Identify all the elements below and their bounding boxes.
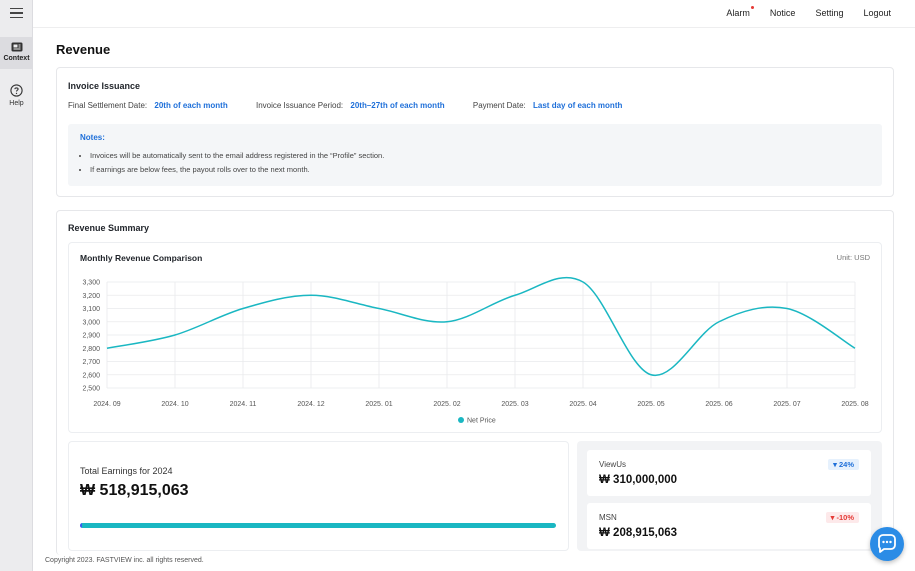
invoice-title: Invoice Issuance	[68, 81, 141, 91]
x-tick-label: 2025. 08	[841, 401, 868, 408]
platform-card-viewus: ViewUs ₩ 310,000,000 ▾ 24%	[587, 450, 871, 496]
platform-name: ViewUs	[599, 460, 626, 469]
y-tick-label: 3,100	[82, 306, 100, 313]
platform-breakdown: ViewUs ₩ 310,000,000 ▾ 24% MSN ₩ 208,915…	[577, 441, 882, 551]
platform-value: ₩ 208,915,063	[599, 527, 678, 539]
revenue-line-chart: 2,500 2,600 2,700 2,800 2,900 3,000 3,100 3,200…	[82, 276, 869, 425]
x-tick-label: 2024. 10	[161, 401, 188, 408]
y-tick-label: 2,700	[82, 359, 100, 366]
y-tick-label: 2,600	[82, 372, 100, 379]
legend-marker	[458, 417, 464, 423]
sidebar-item-context[interactable]: Context	[0, 37, 33, 69]
change-value: -10%	[836, 513, 854, 522]
y-tick-label: 2,900	[82, 333, 100, 340]
x-tick-label: 2024. 09	[93, 401, 120, 408]
platform-value: ₩ 310,000,000	[599, 474, 678, 486]
x-tick-label: 2025. 04	[569, 401, 596, 408]
issuance-period-value: 20th–27th of each month	[350, 101, 445, 110]
y-tick-label: 3,200	[82, 293, 100, 300]
payment-date-label: Payment Date:	[472, 101, 526, 110]
platform-name: MSN	[599, 513, 617, 522]
question-circle-icon	[10, 84, 23, 97]
final-settlement-value: 20th of each month	[154, 101, 228, 110]
earnings-label: Total Earnings for 2024	[80, 466, 173, 476]
alarm-label: Alarm	[726, 8, 750, 18]
earnings-value: ₩ 518,915,063	[80, 482, 189, 499]
notes-box: Notes: Invoices will be automatically se…	[68, 124, 882, 186]
alarm-dot-icon	[750, 6, 754, 9]
chat-button[interactable]	[870, 527, 904, 561]
total-earnings-card: Total Earnings for 2024 ₩ 518,915,063	[68, 441, 569, 551]
y-tick-label: 2,500	[82, 386, 100, 393]
y-tick-label: 2,800	[82, 346, 100, 353]
change-badge-down: ▾ -10%	[825, 512, 859, 523]
revenue-summary-title: Revenue Summary	[68, 223, 150, 233]
top-bar: Alarm Notice Setting Logout	[33, 0, 915, 28]
sidebar-item-help[interactable]: Help	[0, 84, 33, 114]
logout-link[interactable]: Logout	[863, 8, 891, 18]
issuance-period-label: Invoice Issuance Period:	[255, 101, 344, 110]
page-title: Revenue	[56, 42, 111, 57]
invoice-card: Invoice Issuance Final Settlement Date: …	[56, 67, 894, 197]
final-settlement-label: Final Settlement Date:	[68, 101, 148, 110]
note-item: If earnings are below fees, the payout r…	[90, 165, 384, 174]
platform-card-msn: MSN ₩ 208,915,063 ▾ -10%	[587, 503, 871, 549]
earnings-progress-fill	[80, 523, 556, 528]
change-value: 24%	[838, 460, 854, 469]
legend-label: Net Price	[467, 418, 496, 425]
footer-copyright: Copyright 2023. FASTVIEW inc. all rights…	[45, 557, 204, 564]
newspaper-icon	[11, 42, 22, 52]
invoice-info-row: Final Settlement Date: 20th of each mont…	[68, 101, 622, 110]
x-tick-label: 2025. 05	[637, 401, 664, 408]
x-tick-label: 2025. 02	[433, 401, 460, 408]
payment-date-value: Last day of each month	[533, 101, 623, 110]
x-tick-label: 2024. 11	[230, 401, 257, 408]
note-item: Invoices will be automatically sent to t…	[90, 151, 384, 160]
sidebar-item-label: Context	[3, 55, 30, 62]
chat-bubble-icon	[878, 534, 896, 553]
x-tick-label: 2025. 03	[501, 401, 528, 408]
sidebar-item-label: Help	[9, 100, 24, 107]
menu-icon[interactable]	[10, 8, 23, 18]
change-badge-up: ▾ 24%	[828, 459, 859, 470]
x-tick-label: 2025. 06	[705, 401, 732, 408]
series-line-net-price	[106, 276, 856, 377]
y-tick-label: 3,000	[82, 319, 100, 326]
x-tick-label: 2025. 01	[365, 401, 392, 408]
notes-list: Invoices will be automatically sent to t…	[90, 151, 384, 179]
top-nav: Alarm Notice Setting Logout	[726, 6, 891, 18]
x-tick-label: 2025. 07	[773, 401, 800, 408]
earnings-progress-bar	[80, 523, 556, 528]
sidebar: Context Help	[0, 0, 33, 571]
notice-link[interactable]: Notice	[770, 8, 796, 18]
alarm-link[interactable]: Alarm	[726, 6, 754, 18]
notes-title: Notes:	[80, 133, 105, 142]
y-tick-label: 3,300	[82, 280, 100, 287]
setting-link[interactable]: Setting	[815, 8, 843, 18]
x-tick-label: 2024. 12	[297, 401, 324, 408]
chart-card: Monthly Revenue Comparison Unit: USD 2,5…	[68, 242, 882, 433]
